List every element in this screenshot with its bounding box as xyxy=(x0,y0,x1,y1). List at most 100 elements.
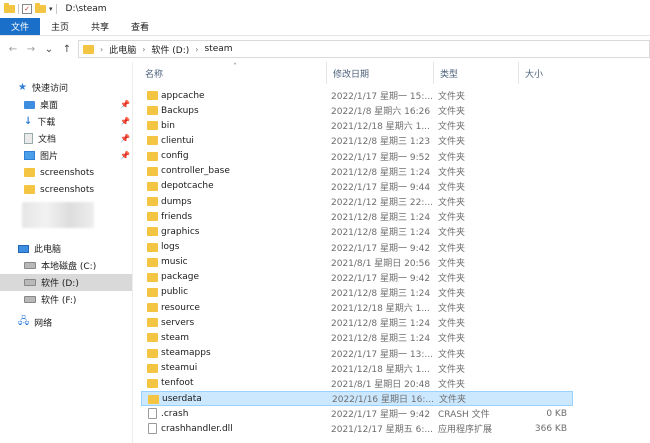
table-row[interactable]: config 2022/1/17 星期一 9:52 文件夹 xyxy=(141,149,573,164)
table-row[interactable]: public 2021/12/8 星期三 1:24 文件夹 xyxy=(141,285,573,300)
nav-label: screenshots xyxy=(40,184,95,195)
nav-drive-c[interactable]: 本地磁盘 (C:) xyxy=(0,257,132,274)
table-row[interactable]: friends 2021/12/8 星期三 1:24 文件夹 xyxy=(141,209,573,224)
tab-file[interactable]: 文件 xyxy=(0,18,41,35)
modified-date: 2022/1/17 星期一 9:52 xyxy=(331,152,431,163)
nav-drive-f[interactable]: 软件 (F:) xyxy=(0,291,132,308)
file-type: 文件夹 xyxy=(438,182,466,193)
nav-label: screenshots xyxy=(40,167,95,178)
table-row[interactable]: .crash 2022/1/17 星期一 9:42 CRASH 文件 0 KB xyxy=(141,406,573,421)
nav-network[interactable]: 🖧 网络 xyxy=(0,314,132,331)
nav-label: 图片 xyxy=(40,152,59,162)
quick-access-toolbar-dropdown-icon[interactable]: ▾ xyxy=(49,5,53,13)
pin-icon: 📌 xyxy=(120,117,130,126)
table-row[interactable]: tenfoot 2021/8/1 星期日 20:48 文件夹 xyxy=(141,376,573,391)
pin-icon: 📌 xyxy=(120,100,130,109)
folder-icon xyxy=(147,242,158,252)
folder-icon xyxy=(147,136,158,146)
table-row[interactable]: clientui 2021/12/8 星期三 1:23 文件夹 xyxy=(141,133,573,148)
file-type: 文件夹 xyxy=(439,395,467,405)
tab-home[interactable]: 主页 xyxy=(40,18,80,35)
column-header-size[interactable]: 大小 xyxy=(519,62,579,84)
table-row[interactable]: music 2021/8/1 星期日 20:56 文件夹 xyxy=(141,255,573,270)
file-type: 应用程序扩展 xyxy=(438,425,493,436)
folder-icon xyxy=(147,287,158,297)
table-row[interactable]: dumps 2022/1/12 星期三 22:... 文件夹 xyxy=(141,194,573,209)
document-icon xyxy=(24,133,33,144)
chevron-right-icon[interactable]: › xyxy=(142,45,145,54)
file-type: 文件夹 xyxy=(438,288,466,299)
table-row[interactable]: steamapps 2022/1/17 星期一 13:... 文件夹 xyxy=(141,346,573,361)
address-bar[interactable]: › 此电脑 › 软件 (D:) › steam xyxy=(78,40,650,58)
recent-locations-chevron-icon[interactable]: ⌄ xyxy=(44,44,54,55)
nav-documents[interactable]: 文档 📌 xyxy=(0,130,132,147)
table-row[interactable]: servers 2021/12/8 星期三 1:24 文件夹 xyxy=(141,315,573,330)
modified-date: 2021/12/18 星期六 1... xyxy=(331,364,430,375)
properties-icon[interactable]: ✓ xyxy=(22,4,32,14)
table-row[interactable]: resource 2021/12/18 星期六 1... 文件夹 xyxy=(141,300,573,315)
breadcrumb-drive-d[interactable]: 软件 (D:) xyxy=(151,43,189,56)
file-name: tenfoot xyxy=(161,378,194,389)
file-name: dumps xyxy=(161,196,192,207)
folder-icon xyxy=(147,257,158,267)
nav-drive-d[interactable]: 软件 (D:) xyxy=(0,274,132,291)
chevron-right-icon[interactable]: › xyxy=(100,45,103,54)
breadcrumb-this-pc[interactable]: 此电脑 xyxy=(109,43,136,56)
nav-pictures[interactable]: 图片 📌 xyxy=(0,147,132,164)
file-name: package xyxy=(161,272,199,283)
desktop-icon xyxy=(24,100,35,109)
table-row[interactable]: depotcache 2022/1/17 星期一 9:44 文件夹 xyxy=(141,179,573,194)
tab-view[interactable]: 查看 xyxy=(120,18,160,35)
table-row[interactable]: Backups 2022/1/8 星期六 16:26 文件夹 xyxy=(141,103,573,118)
chevron-right-icon[interactable]: › xyxy=(195,45,198,54)
file-name: clientui xyxy=(161,135,194,146)
table-row[interactable]: logs 2022/1/17 星期一 9:42 文件夹 xyxy=(141,240,573,255)
modified-date: 2021/12/8 星期三 1:23 xyxy=(331,137,431,148)
folder-icon xyxy=(147,272,158,282)
table-row[interactable]: steamui 2021/12/18 星期六 1... 文件夹 xyxy=(141,361,573,376)
up-arrow-icon[interactable]: ↑ xyxy=(62,44,72,55)
table-row[interactable]: bin 2021/12/18 星期六 1... 文件夹 xyxy=(141,118,573,133)
table-row[interactable]: steam 2021/12/8 星期三 1:24 文件夹 xyxy=(141,330,573,345)
table-row[interactable]: crashhandler.dll 2021/12/17 星期五 6:... 应用程序… xyxy=(141,421,573,436)
column-header-date[interactable]: 修改日期 xyxy=(327,62,433,84)
file-icon xyxy=(148,423,157,435)
file-type: 文件夹 xyxy=(438,152,466,163)
table-row[interactable]: userdata 2022/1/16 星期日 16:... 文件夹 xyxy=(141,391,573,406)
file-name: Backups xyxy=(161,105,199,116)
file-name: crashhandler.dll xyxy=(161,423,233,434)
file-type: 文件夹 xyxy=(438,334,466,345)
folder-icon xyxy=(24,185,35,194)
column-header-name[interactable]: 名称 xyxy=(139,62,325,84)
tab-share[interactable]: 共享 xyxy=(80,18,120,35)
nav-label: 桌面 xyxy=(40,101,59,111)
folder-icon xyxy=(147,91,158,100)
table-row[interactable]: controller_base 2021/12/8 星期三 1:24 文件夹 xyxy=(141,164,573,179)
file-type: 文件夹 xyxy=(438,228,466,239)
picture-icon xyxy=(24,151,35,160)
nav-desktop[interactable]: 桌面 📌 xyxy=(0,96,132,113)
folder-icon xyxy=(147,197,158,207)
column-header-type[interactable]: 类型 xyxy=(434,62,518,84)
modified-date: 2021/12/18 星期六 1... xyxy=(331,122,430,133)
nav-this-pc[interactable]: 此电脑 xyxy=(0,240,132,257)
file-type: 文件夹 xyxy=(438,364,466,375)
nav-downloads[interactable]: ↓ 下载 📌 xyxy=(0,113,132,130)
file-name: resource xyxy=(161,302,200,313)
network-icon: 🖧 xyxy=(18,316,30,327)
modified-date: 2022/1/17 星期一 9:42 xyxy=(331,273,431,284)
nav-quick-access[interactable]: ★ 快速访问 xyxy=(0,79,132,96)
table-row[interactable]: appcache 2022/1/17 星期一 15:... 文件夹 xyxy=(141,88,573,103)
nav-label: 软件 (F:) xyxy=(41,296,77,306)
folder-icon xyxy=(83,44,94,54)
breadcrumb-steam[interactable]: steam xyxy=(204,44,232,54)
nav-screenshots-1[interactable]: screenshots xyxy=(0,164,132,181)
forward-arrow-icon[interactable]: → xyxy=(26,44,36,55)
table-row[interactable]: graphics 2021/12/8 星期三 1:24 文件夹 xyxy=(141,224,573,239)
file-name: config xyxy=(161,151,189,162)
nav-screenshots-2[interactable]: screenshots xyxy=(0,181,132,198)
new-folder-icon[interactable] xyxy=(35,3,46,13)
star-icon: ★ xyxy=(18,82,27,93)
table-row[interactable]: package 2022/1/17 星期一 9:42 文件夹 xyxy=(141,270,573,285)
back-arrow-icon[interactable]: ← xyxy=(8,44,18,55)
